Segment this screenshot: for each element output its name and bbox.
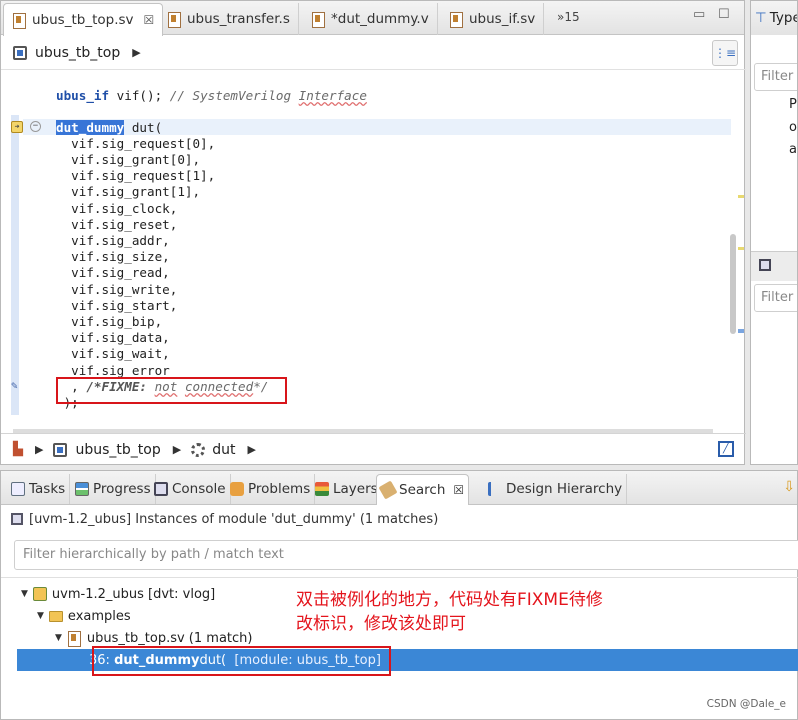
bottom-tabbar: Tasks Progress Console Problems Layers S…: [1, 471, 797, 505]
code-line: dut_dummy dut(: [56, 120, 163, 135]
type-panel: ⊤ Type Filter l Pl or ar Filter l: [750, 0, 798, 465]
tab-dut-dummy[interactable]: *dut_dummy.v: [303, 3, 438, 35]
breadcrumb-bottom: ▙ ▶ ubus_tb_top ▶ dut ▶ ╱: [1, 433, 746, 465]
tab-layers[interactable]: Layers: [311, 474, 383, 504]
edit-marker-icon: ✎: [11, 379, 18, 392]
minimize-icon[interactable]: ▭: [693, 7, 705, 22]
hierarchy-icon: [488, 482, 502, 496]
tab-design-hierarchy[interactable]: Design Hierarchy: [484, 474, 628, 504]
tab-tasks[interactable]: Tasks: [7, 474, 71, 504]
overview-ruler[interactable]: [738, 71, 744, 429]
fixme-highlight-box: [56, 377, 287, 404]
code-line: vif.sig_reset,: [56, 217, 178, 232]
close-icon[interactable]: ☒: [453, 483, 464, 497]
panel-text: or: [789, 120, 797, 135]
tab-search[interactable]: Search ☒: [376, 474, 470, 505]
sv-file-icon: [12, 12, 26, 29]
folder-icon: [48, 610, 63, 622]
panel-title[interactable]: ⊤ Type: [751, 1, 797, 35]
panel-toolbar: [751, 251, 797, 281]
annotation-text: 双击被例化的地方，代码处有FIXME待修 改标识，修改该处即可: [296, 590, 603, 634]
filter-input[interactable]: Filter l: [754, 284, 797, 312]
sv-file-icon: [449, 11, 463, 28]
tab-console[interactable]: Console: [150, 474, 231, 504]
expand-triangle-icon[interactable]: ▼: [37, 611, 44, 621]
vertical-scrollbar[interactable]: [730, 71, 738, 429]
code-line: vif.sig_size,: [56, 249, 170, 264]
override-marker-icon[interactable]: ➜: [11, 121, 23, 133]
console-icon: [154, 482, 168, 496]
chevron-right-icon[interactable]: ▶: [173, 443, 181, 456]
close-icon[interactable]: ☒: [144, 13, 155, 27]
breadcrumb-item[interactable]: ubus_tb_top: [75, 442, 160, 458]
tab-label: ubus_transfer.s: [187, 11, 290, 27]
expand-triangle-icon[interactable]: ▼: [21, 589, 28, 599]
panel-text: Pl: [789, 97, 797, 112]
instance-gear-icon: [191, 442, 206, 457]
tree-item-project[interactable]: ▼ uvm-1.2_ubus [dvt: vlog]: [21, 583, 215, 605]
code-line: vif.sig_write,: [56, 282, 178, 297]
pin-icon[interactable]: ⇩: [783, 479, 795, 495]
code-line: vif.sig_grant[0],: [56, 152, 201, 167]
code-editor[interactable]: ➜ − ✎ ubus_if vif(); // SystemVerilog In…: [1, 71, 731, 429]
code-line: vif.sig_data,: [56, 330, 170, 345]
code-line: vif.sig_clock,: [56, 201, 178, 216]
filter-input[interactable]: Filter hierarchically by path / match te…: [14, 540, 798, 570]
code-line: vif.sig_error: [56, 363, 170, 378]
code-line: vif.sig_wait,: [56, 346, 170, 361]
maximize-icon[interactable]: ☐: [718, 7, 730, 22]
editor-pane: ubus_tb_top.sv ☒ ubus_transfer.s *dut_du…: [0, 0, 746, 465]
tab-label: *dut_dummy.v: [331, 11, 429, 27]
type-hierarchy-icon: ⊤: [755, 10, 767, 26]
code-line: vif.sig_request[0],: [56, 136, 216, 151]
progress-icon: [75, 482, 89, 496]
tab-progress[interactable]: Progress: [71, 474, 156, 504]
code-line: vif.sig_bip,: [56, 314, 163, 329]
tab-overflow-button[interactable]: »15: [557, 10, 580, 24]
code-line: vif.sig_start,: [56, 298, 178, 313]
code-line: ubus_if vif(); // SystemVerilog Interfac…: [56, 88, 367, 103]
filter-input[interactable]: Filter l: [754, 63, 797, 91]
module-icon: [53, 442, 68, 457]
breadcrumb-item[interactable]: ubus_tb_top: [35, 45, 120, 61]
chevron-right-icon[interactable]: ▶: [247, 443, 255, 456]
v-file-icon: [311, 11, 325, 28]
outline-icon[interactable]: ▙: [13, 442, 23, 457]
match-highlight-box: [92, 646, 391, 676]
code-line: vif.sig_addr,: [56, 233, 170, 248]
tab-ubus-tb-top[interactable]: ubus_tb_top.sv ☒: [3, 3, 164, 36]
breadcrumb-item[interactable]: dut: [212, 442, 235, 458]
expand-triangle-icon[interactable]: ▼: [55, 633, 62, 643]
outline-icon[interactable]: [759, 259, 771, 271]
link-editor-icon[interactable]: ╱: [718, 441, 734, 457]
search-summary: [uvm-1.2_ubus] Instances of module 'dut_…: [11, 507, 438, 531]
tab-ubus-if[interactable]: ubus_if.sv: [441, 3, 545, 35]
watermark: CSDN @Dale_e: [706, 698, 786, 710]
sv-file-icon: [67, 630, 81, 647]
code-line: vif.sig_read,: [56, 265, 170, 280]
code-line: vif.sig_grant[1],: [56, 184, 201, 199]
search-icon: [378, 480, 398, 500]
tasks-icon: [11, 482, 25, 496]
code-line: vif.sig_request[1],: [56, 168, 216, 183]
problems-icon: [230, 482, 244, 496]
search-result-icon: [11, 513, 23, 525]
tab-problems[interactable]: Problems: [226, 474, 316, 504]
fold-collapse-icon[interactable]: −: [30, 121, 41, 132]
layers-icon: [315, 482, 329, 496]
editor-tabbar: ubus_tb_top.sv ☒ ubus_transfer.s *dut_du…: [1, 1, 744, 36]
chevron-right-icon[interactable]: ▶: [132, 46, 140, 59]
panel-text: ar: [789, 142, 797, 157]
sv-file-icon: [167, 11, 181, 28]
chevron-right-icon[interactable]: ▶: [35, 443, 43, 456]
project-icon: [32, 587, 47, 601]
breadcrumb: ubus_tb_top ▶ ⋮≡: [1, 36, 746, 70]
hierarchy-toggle-icon[interactable]: ⋮≡: [712, 40, 738, 66]
tab-label: ubus_if.sv: [469, 11, 536, 27]
module-icon: [13, 45, 27, 60]
tree-item-folder[interactable]: ▼ examples: [37, 605, 131, 627]
tab-ubus-transfer[interactable]: ubus_transfer.s: [159, 3, 299, 35]
tab-label: ubus_tb_top.sv: [32, 12, 134, 28]
